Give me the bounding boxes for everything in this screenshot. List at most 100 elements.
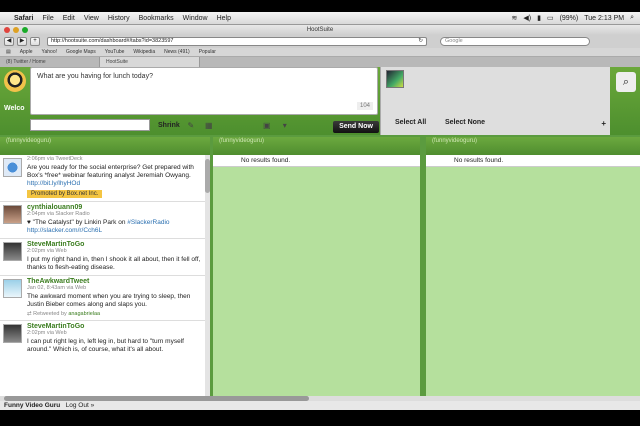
column-scrollbar[interactable] <box>205 155 210 410</box>
chevron-down-icon[interactable]: ▾ <box>278 119 292 131</box>
char-count: 104 <box>356 102 373 110</box>
add-profile-icon[interactable]: + <box>601 119 606 128</box>
shrink-button[interactable]: Shrink <box>158 122 180 129</box>
menu-bookmarks[interactable]: Bookmarks <box>139 15 174 22</box>
tweet-username[interactable]: TheAwkwardTweet <box>27 278 202 285</box>
minimize-icon[interactable] <box>13 27 19 33</box>
tweet-link[interactable]: http://bit.ly/lhyHOd <box>27 180 80 187</box>
logout-link[interactable]: Log Out » <box>66 402 95 409</box>
tweet-meta: 2:02pm via Web <box>27 330 67 336</box>
profile-selector: Select All Select None + <box>380 67 610 135</box>
tweet-meta: Jan 02, 8:43am via Web <box>27 285 87 291</box>
wifi-icon[interactable]: ≋ <box>511 14 517 22</box>
shorten-url-input[interactable] <box>30 119 150 131</box>
stream-column-3: (funnyvideoguru) No results found. <box>426 137 640 410</box>
menu-view[interactable]: View <box>84 15 99 22</box>
tweet-username[interactable]: cynthialouann09 <box>27 204 202 211</box>
tweet-text: Are you ready for the social enterprise?… <box>27 164 194 179</box>
flag-icon[interactable]: ▮ <box>537 14 541 22</box>
url-field[interactable]: http://hootsuite.com/dashboard#/tabs?id=… <box>47 37 427 46</box>
bookmark-item[interactable]: YouTube <box>105 49 125 55</box>
tweet-link[interactable]: http://slacker.com/r/Cch6L <box>27 227 102 234</box>
scrollbar-thumb[interactable] <box>205 159 210 193</box>
retweet-user[interactable]: anagabrielaa <box>68 311 100 317</box>
menu-edit[interactable]: Edit <box>63 15 75 22</box>
tweet-hashtag[interactable]: #SlackerRadio <box>127 219 169 226</box>
avatar[interactable] <box>3 158 22 177</box>
tab-twitter[interactable]: (8) Twitter / Home <box>0 57 100 67</box>
tweet-item[interactable]: SteveMartinToGo 2:02pm via Web I put my … <box>0 239 210 276</box>
tweet-text: ♥ "The Catalyst" by Linkin Park on <box>27 219 126 226</box>
spotlight-icon[interactable]: ⌕ <box>630 14 634 22</box>
no-results-message: No results found. <box>426 155 640 167</box>
bookmark-item[interactable]: Yahoo! <box>42 49 57 55</box>
bookmarks-bar: ▤ Apple Yahoo! Google Maps YouTube Wikip… <box>0 48 640 57</box>
volume-icon[interactable]: ◀) <box>523 14 531 22</box>
mac-menubar: Safari File Edit View History Bookmarks … <box>0 12 640 25</box>
promoted-badge[interactable]: Promoted by Box.net Inc. <box>27 190 103 198</box>
composer-area: Welco What are you having for lunch toda… <box>0 67 640 135</box>
tweet-body: Are you ready for the social enterprise?… <box>27 164 202 188</box>
avatar[interactable] <box>3 279 22 298</box>
footer-username[interactable]: Funny Video Guru <box>4 402 60 409</box>
attach-icon[interactable]: ✎ <box>184 119 198 131</box>
shorten-row: Shrink ✎ ▦ ▣ ▾ <box>30 119 292 131</box>
send-now-button[interactable]: Send Now <box>333 121 379 133</box>
zoom-icon[interactable] <box>22 27 28 33</box>
battery-percent: (99%) <box>559 14 579 22</box>
menu-window[interactable]: Window <box>183 15 208 22</box>
add-bookmark-icon[interactable]: + <box>30 37 40 46</box>
forward-icon[interactable]: ▶ <box>17 37 27 46</box>
column-owner: (funnyvideoguru) <box>219 138 265 144</box>
search-field[interactable]: Google <box>440 37 590 46</box>
hootsuite-page: Welco What are you having for lunch toda… <box>0 67 640 410</box>
menu-file[interactable]: File <box>42 15 53 22</box>
tweet-item[interactable]: TheAwkwardTweet Jan 02, 8:43am via Web T… <box>0 276 210 321</box>
tweet-body: I can put right leg in, left leg in, but… <box>27 338 184 353</box>
column-owner: (funnyvideoguru) <box>6 138 52 144</box>
tweet-item[interactable]: cynthialouann09 2:04pm via Slacker Radio… <box>0 202 210 239</box>
column-owner: (funnyvideoguru) <box>432 138 478 144</box>
tweet-meta: 2:06pm via TweetDeck <box>27 156 83 162</box>
battery-icon[interactable]: ▭ <box>547 14 554 22</box>
save-icon[interactable]: ▣ <box>260 119 274 131</box>
profile-avatar[interactable] <box>386 70 404 88</box>
bookmark-item[interactable]: Popular <box>199 49 216 55</box>
tweet-username[interactable]: SteveMartinToGo <box>27 241 202 248</box>
avatar[interactable] <box>3 242 22 261</box>
close-icon[interactable] <box>4 27 10 33</box>
retweet-info: ⇄ Retweeted by anagabrielaa <box>27 311 202 317</box>
select-none-button[interactable]: Select None <box>445 119 485 126</box>
owl-logo-icon <box>4 70 26 92</box>
tab-hootsuite[interactable]: HootSuite <box>100 57 200 67</box>
back-icon[interactable]: ◀ <box>4 37 14 46</box>
tweet-body: I put my right hand in, then I shook it … <box>27 256 201 271</box>
tweet-username[interactable]: SteveMartinToGo <box>27 323 202 330</box>
reload-icon[interactable]: ↻ <box>418 38 426 45</box>
stream-column-home: (funnyvideoguru) 2:06pm via TweetDeck Ar… <box>0 137 210 410</box>
tweet-item[interactable]: SteveMartinToGo 2:02pm via Web I can put… <box>0 321 210 357</box>
tweet-meta: 2:04pm via Slacker Radio <box>27 211 90 217</box>
tweet-item[interactable]: 2:06pm via TweetDeck Are you ready for t… <box>0 155 210 202</box>
clock[interactable]: Tue 2:13 PM <box>584 15 624 22</box>
avatar[interactable] <box>3 205 22 224</box>
bookmarks-icon[interactable]: ▤ <box>6 49 11 55</box>
bookmark-item[interactable]: Apple <box>20 49 33 55</box>
window-title: HootSuite <box>306 27 334 33</box>
bookmark-item[interactable]: Google Maps <box>66 49 96 55</box>
window-controls <box>4 27 28 33</box>
search-icon[interactable]: ⌕ <box>616 72 636 92</box>
bookmark-item[interactable]: News (491) <box>164 49 190 55</box>
calendar-icon[interactable]: ▦ <box>202 119 216 131</box>
welcome-text: Welco <box>4 105 25 112</box>
menu-safari[interactable]: Safari <box>14 15 33 22</box>
select-all-button[interactable]: Select All <box>395 119 426 126</box>
compose-placeholder: What are you having for lunch today? <box>37 73 153 80</box>
compose-message-input[interactable]: What are you having for lunch today? 104 <box>30 67 378 115</box>
menu-help[interactable]: Help <box>217 15 231 22</box>
avatar[interactable] <box>3 324 22 343</box>
bookmark-item[interactable]: Wikipedia <box>133 49 155 55</box>
menu-history[interactable]: History <box>108 15 130 22</box>
tweet-body: ♥ "The Catalyst" by Linkin Park on #Slac… <box>27 219 202 235</box>
url-text: http://hootsuite.com/dashboard#/tabs?id=… <box>51 38 174 44</box>
